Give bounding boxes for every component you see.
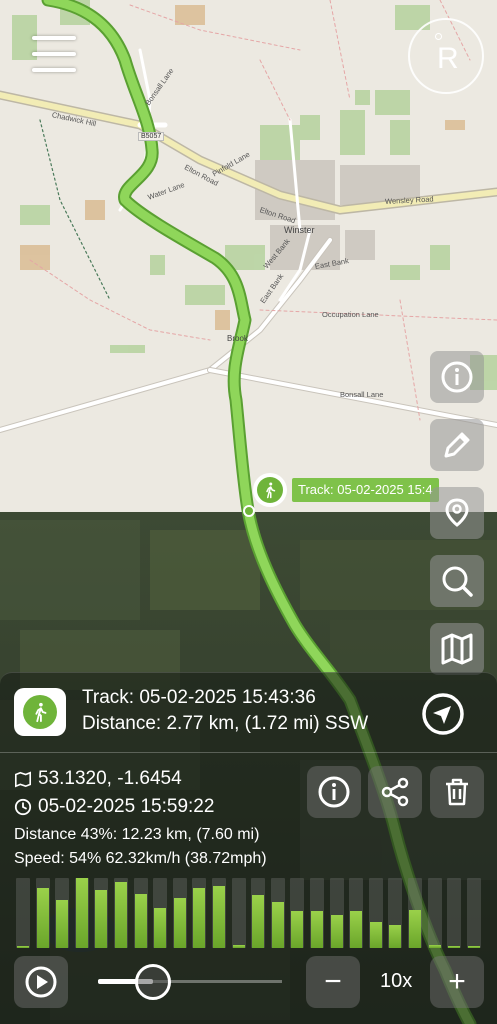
time-text: 05-02-2025 15:59:22 bbox=[38, 796, 215, 817]
speed-multiplier: 10x bbox=[380, 970, 413, 992]
chart-bar bbox=[467, 946, 480, 948]
walking-person-icon bbox=[23, 695, 57, 729]
map-pin-icon bbox=[14, 771, 32, 788]
play-button[interactable] bbox=[14, 956, 68, 1008]
chart-bar bbox=[448, 946, 461, 948]
hamburger-menu-icon[interactable] bbox=[26, 30, 82, 80]
location-pin-button[interactable] bbox=[430, 487, 484, 539]
play-icon bbox=[25, 966, 57, 998]
clock-icon bbox=[14, 798, 32, 816]
chart-bar-background bbox=[427, 878, 442, 948]
edit-button[interactable] bbox=[430, 419, 484, 471]
chart-bar-background bbox=[447, 878, 462, 948]
info-icon bbox=[441, 361, 473, 393]
coordinates-text: 53.1320, -1.6454 bbox=[38, 768, 182, 789]
navigation-arrow-icon bbox=[422, 693, 464, 735]
chart-bar bbox=[369, 922, 382, 948]
track-marker-label: Track: 05-02-2025 15:4 bbox=[292, 478, 439, 502]
north-indicator-icon bbox=[435, 33, 442, 40]
time-row: 05-02-2025 15:59:22 bbox=[14, 796, 214, 818]
map-info-button[interactable] bbox=[430, 351, 484, 403]
chart-bar bbox=[271, 902, 284, 948]
trash-icon bbox=[446, 778, 468, 806]
share-icon bbox=[381, 777, 409, 807]
chart-bar bbox=[36, 888, 49, 948]
chart-bar bbox=[428, 945, 441, 948]
coordinates-row: 53.1320, -1.6454 bbox=[14, 768, 182, 790]
chart-bar bbox=[75, 878, 88, 948]
chart-bar-background bbox=[466, 878, 481, 948]
chart-bar bbox=[193, 888, 206, 948]
chart-bar bbox=[291, 911, 304, 948]
track-title: Track: 05-02-2025 15:43:36 bbox=[82, 687, 316, 708]
chart-bar-background bbox=[231, 878, 246, 948]
track-start-marker[interactable] bbox=[253, 473, 287, 507]
chart-bar bbox=[350, 911, 363, 948]
compass-letter: R bbox=[437, 42, 459, 75]
chart-bar bbox=[213, 886, 225, 948]
playback-slider-thumb[interactable] bbox=[135, 964, 172, 1000]
chart-bar bbox=[95, 890, 108, 948]
compass-button[interactable]: R bbox=[408, 18, 484, 94]
map-icon bbox=[441, 633, 473, 665]
navigate-button[interactable] bbox=[420, 691, 466, 737]
speed-progress-text: Speed: 54% 62.32km/h (38.72mph) bbox=[14, 850, 267, 867]
chart-bar bbox=[311, 911, 323, 948]
track-position-dot bbox=[243, 505, 255, 517]
chart-bar bbox=[134, 894, 147, 948]
chart-bar bbox=[232, 945, 245, 948]
increase-speed-button[interactable]: + bbox=[430, 956, 484, 1008]
street-label: Bonsall Lane bbox=[340, 390, 384, 399]
location-pin-icon bbox=[445, 498, 469, 527]
search-button[interactable] bbox=[430, 555, 484, 607]
road-ref-badge: B5057 bbox=[138, 132, 165, 141]
chart-bar bbox=[389, 925, 402, 948]
search-icon bbox=[442, 566, 473, 597]
decrease-speed-button[interactable]: − bbox=[306, 956, 360, 1008]
track-type-badge bbox=[14, 688, 66, 736]
panel-divider bbox=[0, 752, 497, 753]
place-label: Brook bbox=[227, 334, 248, 343]
chart-bar bbox=[17, 946, 29, 948]
info-icon bbox=[318, 776, 350, 808]
map-layers-button[interactable] bbox=[430, 623, 484, 675]
distance-progress-text: Distance 43%: 12.23 km, (7.60 mi) bbox=[14, 826, 260, 843]
chart-bar bbox=[173, 898, 186, 948]
chart-bar bbox=[409, 910, 421, 948]
track-distance: Distance: 2.77 km, (1.72 mi) SSW bbox=[82, 713, 369, 734]
point-info-button[interactable] bbox=[307, 766, 361, 818]
chart-bar-background bbox=[16, 878, 30, 948]
delete-button[interactable] bbox=[430, 766, 484, 818]
chart-bar bbox=[154, 908, 167, 948]
place-label: Winster bbox=[284, 225, 315, 235]
chart-bar bbox=[115, 882, 127, 948]
street-label: Occupation Lane bbox=[322, 310, 379, 319]
chart-bar bbox=[330, 915, 343, 948]
share-button[interactable] bbox=[368, 766, 422, 818]
pencil-icon bbox=[444, 432, 470, 458]
walking-person-icon bbox=[257, 477, 283, 503]
chart-bar bbox=[56, 900, 69, 948]
chart-bar bbox=[252, 895, 265, 948]
